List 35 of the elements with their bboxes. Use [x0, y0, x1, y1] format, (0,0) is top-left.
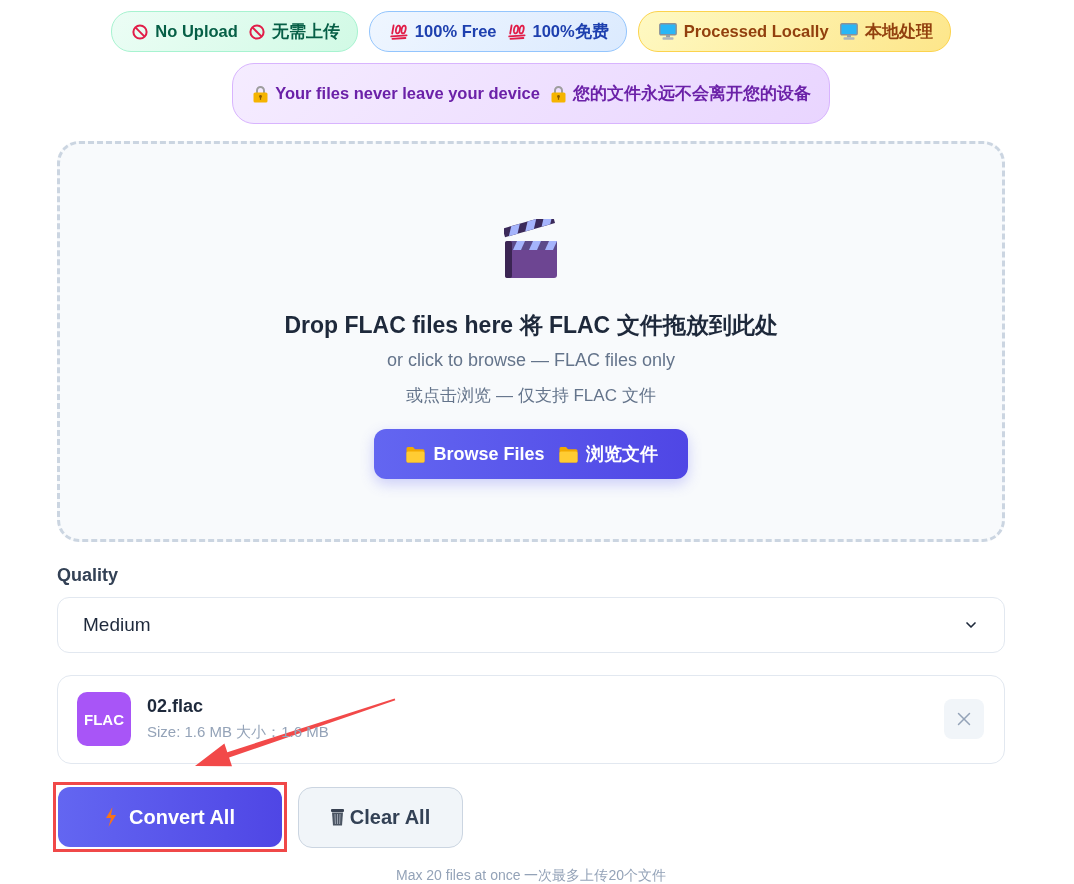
- folder-icon: [558, 445, 578, 463]
- badge-text: 本地处理: [864, 20, 933, 42]
- browse-files-button[interactable]: Browse Files 浏览文件: [374, 429, 688, 479]
- badge-text: 100%免费: [532, 20, 609, 42]
- badge-text: 无需上传: [271, 20, 340, 42]
- remove-file-button[interactable]: [944, 699, 984, 740]
- drop-zone[interactable]: Drop FLAC files here 将 FLAC 文件拖放到此处 or click to browse — FLAC files only 或点击浏览 — 仅支持 FLAC 文件 Browse Files 浏览文件: [57, 141, 1005, 542]
- file-limit-note: Max 20 files at once 一次最多上传20个文件: [396, 866, 666, 884]
- hundred-points-icon: [389, 23, 408, 40]
- badge-text: Processed Locally: [683, 22, 829, 41]
- lock-icon: [550, 84, 566, 103]
- clear-all-button[interactable]: Clear All: [298, 786, 463, 848]
- wastebasket-icon: [330, 808, 344, 826]
- badge-text: No Upload: [155, 22, 238, 41]
- folder-icon: [406, 445, 426, 463]
- badge-text: 您的文件永远不会离开您的设备: [572, 82, 811, 104]
- drop-zone-title: Drop FLAC files here 将 FLAC 文件拖放到此处: [284, 311, 778, 340]
- drop-zone-hint: 或点击浏览 — 仅支持 FLAC 文件: [406, 385, 656, 407]
- file-name: 02.flac: [147, 696, 204, 718]
- file-size: Size: 1.6 MB 大小：1.6 MB: [147, 723, 329, 743]
- no-entry-icon: [248, 23, 265, 40]
- quality-label: Quality: [57, 564, 118, 586]
- desktop-computer-icon: [658, 23, 677, 40]
- desktop-computer-icon: [839, 23, 858, 40]
- lightning-bolt-icon: [105, 807, 118, 827]
- clapper-board-icon: [504, 219, 558, 279]
- hundred-points-icon: [507, 23, 526, 40]
- file-type-badge: FLAC: [77, 692, 131, 747]
- quality-select[interactable]: Medium: [57, 597, 1005, 653]
- drop-zone-hint: or click to browse — FLAC files only: [386, 349, 676, 372]
- no-entry-icon: [132, 23, 149, 40]
- lock-icon: [253, 84, 269, 103]
- convert-all-button[interactable]: Convert All: [58, 787, 282, 847]
- badge-text: 100% Free: [414, 22, 497, 41]
- badge-text: Your files never leave your device: [275, 84, 540, 103]
